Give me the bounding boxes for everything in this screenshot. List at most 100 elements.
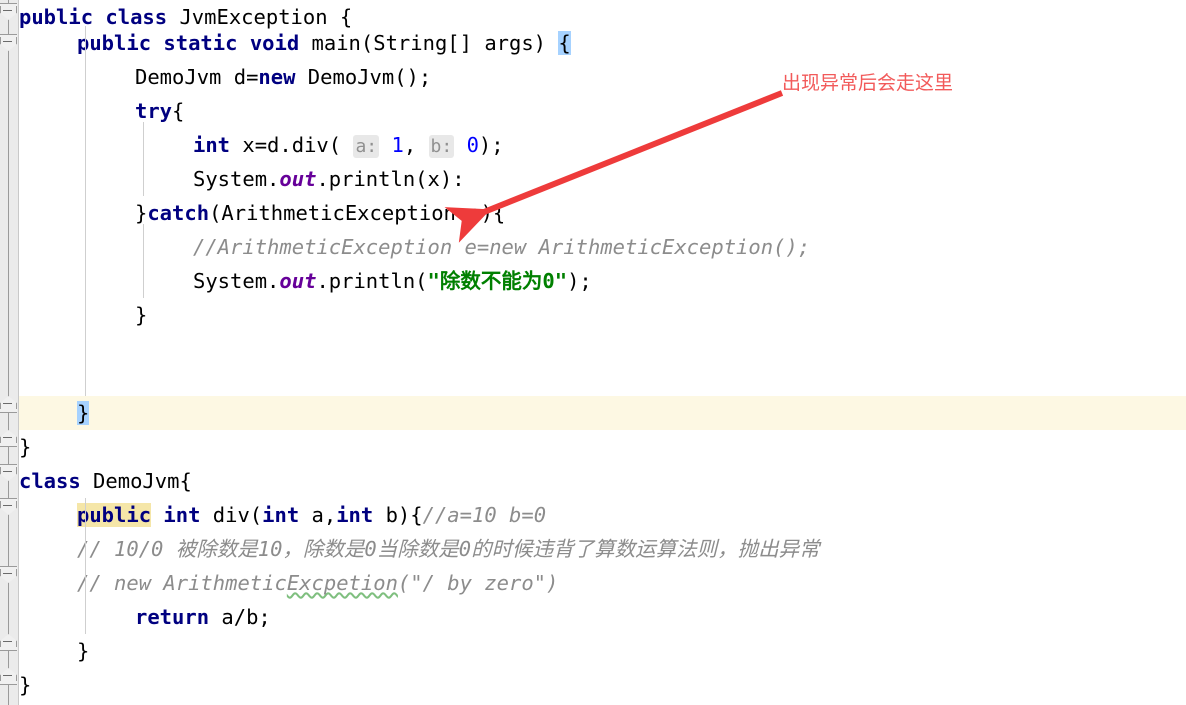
indent-guide [85,26,86,396]
code-token: 1 [391,133,404,157]
code-token: (ArithmeticException e){ [209,201,506,225]
code-token: a, [299,503,337,527]
code-token: new [258,65,296,89]
code-token: { [558,31,571,55]
indent-guide [143,122,144,196]
code-token: b: [428,135,455,158]
code-token: int [193,133,231,157]
code-token: catch [147,201,210,225]
code-token: } [77,401,90,425]
code-line[interactable]: public int div(int a,int b){//a=10 b=0 [77,498,546,532]
fold-marker[interactable] [0,430,17,447]
code-token: DemoJvm{ [80,469,192,493]
fold-marker-outline [0,498,17,515]
fold-marker-outline [0,634,17,651]
annotation-label: 出现异常后会走这里 [782,72,954,94]
code-token: } [19,673,32,697]
code-token: out [279,167,317,191]
code-token: int [163,503,201,527]
code-token: a: [353,135,380,158]
code-line[interactable]: System.out.println("除数不能为0"); [193,264,592,298]
code-content[interactable]: public class JvmException {public static… [0,0,1186,705]
editor-gutter[interactable] [0,0,19,705]
code-line[interactable]: } [19,430,31,464]
fold-marker[interactable] [0,34,17,51]
code-token: } [135,303,148,327]
code-token: out [279,269,317,293]
code-token: .println( [316,269,428,293]
fold-marker[interactable] [0,3,17,20]
code-token: Excpetion [286,571,398,595]
code-line[interactable]: public static void main(String[] args) { [77,26,571,60]
code-token: //a=10 b=0 [422,503,547,527]
code-line[interactable]: DemoJvm d=new DemoJvm(); [135,60,431,94]
code-token: public [77,31,152,55]
fold-marker[interactable] [0,498,17,515]
fold-marker[interactable] [0,396,17,413]
fold-marker[interactable] [0,566,17,583]
code-token: return [135,605,210,629]
code-token: ); [478,133,504,157]
fold-marker-outline [0,396,17,413]
code-token: a/b; [209,605,271,629]
code-line[interactable]: }catch(ArithmeticException e){ [135,196,505,230]
fold-marker-outline [0,3,17,20]
code-line[interactable]: return a/b; [135,600,271,634]
caret-line-highlight [0,396,1186,430]
code-token: "除数不能为0" [427,269,568,293]
code-token: .println(x): [316,167,465,191]
code-line[interactable]: // new ArithmeticExcpetion("/ by zero") [77,566,558,600]
code-token: int [262,503,300,527]
code-token: { [172,99,185,123]
code-token: System. [193,167,280,191]
fold-marker[interactable] [0,634,17,651]
code-line[interactable]: int x=d.div( a: 1, b: 0); [193,128,504,162]
indent-guide [85,498,86,634]
code-line[interactable]: // 10/0 被除数是10，除数是0当除数是0的时候违背了算数运算法则，抛出异… [77,532,820,566]
code-token: x=d.div( [230,133,342,157]
code-line[interactable]: //ArithmeticException e=new ArithmeticEx… [193,230,810,264]
code-token: System. [193,269,280,293]
fold-marker-outline [0,566,17,583]
code-line[interactable]: } [135,298,147,332]
code-editor[interactable]: public class JvmException {public static… [0,0,1186,705]
code-token: b){ [373,503,423,527]
code-line[interactable]: } [77,634,89,668]
code-token: , [403,133,429,157]
indent-guide [143,224,144,298]
code-token: } [135,201,148,225]
fold-marker-outline [0,34,17,51]
code-token: class [19,469,81,493]
code-token: DemoJvm(); [295,65,432,89]
code-token: ("/ by zero") [397,571,559,595]
fold-marker[interactable] [0,668,17,685]
code-line[interactable]: } [19,668,31,702]
code-token: 0 [466,133,479,157]
code-token: } [19,435,32,459]
code-line[interactable]: class DemoJvm{ [19,464,192,498]
code-token: public [77,503,152,527]
fold-marker-outline [0,430,17,447]
fold-marker-outline [0,464,17,481]
code-line[interactable]: } [77,396,90,430]
fold-marker[interactable] [0,464,17,481]
fold-marker-outline [0,668,17,685]
code-token: try [135,99,173,123]
code-token: void [249,31,300,55]
code-token: } [77,639,90,663]
code-token: main(String[] args) [299,31,559,55]
code-token: //ArithmeticException e=new ArithmeticEx… [193,235,811,259]
code-token: div( [200,503,263,527]
code-token: ); [567,269,592,293]
code-line[interactable]: System.out.println(x): [193,162,465,196]
code-token: int [336,503,374,527]
gutter-rail [8,0,9,705]
code-token: DemoJvm d= [135,65,259,89]
code-token: // 10/0 被除数是10，除数是0当除数是0的时候违背了算数运算法则，抛出异… [77,537,820,561]
code-token: // new Arithmetic [77,571,287,595]
